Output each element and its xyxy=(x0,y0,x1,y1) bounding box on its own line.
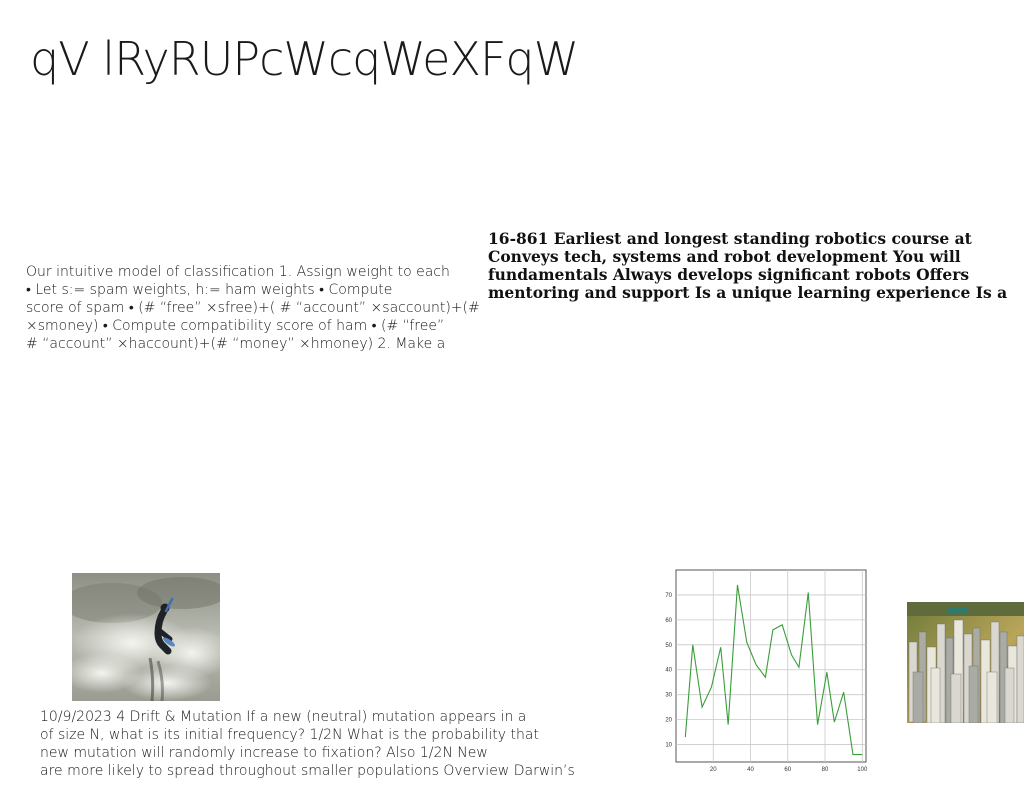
text-line: mentoring and support Is a unique learni… xyxy=(488,283,1008,302)
drift-mutation-text: 10/9/2023 4 Drift & Mutation If a new (n… xyxy=(40,708,575,780)
y-tick-label: 50 xyxy=(665,643,672,649)
y-tick-label: 10 xyxy=(665,743,672,749)
text-line: 10/9/2023 4 Drift & Mutation If a new (n… xyxy=(40,709,527,725)
text-line: score of spam • (# “free” ×sfree)+( # “a… xyxy=(26,300,480,316)
text-line: ×smoney) • Compute compatibility score o… xyxy=(26,318,445,334)
text-line: • Let s:= spam weights, h:= ham weights … xyxy=(26,282,393,298)
slide-title: qV lRyRUPcWcqWeXFqW xyxy=(30,32,579,86)
line-chart: 10 20 30 40 50 60 70 20 40 60 80 100 xyxy=(660,566,872,778)
text-line: Conveys tech, systems and robot developm… xyxy=(488,247,961,266)
building xyxy=(912,671,924,723)
y-tick-label: 20 xyxy=(665,718,672,724)
text-line: of size N, what is its initial frequency… xyxy=(40,727,539,743)
y-tick-label: 30 xyxy=(665,693,672,699)
building xyxy=(1004,667,1015,723)
robotics-course-text: 16-861 Earliest and longest standing rob… xyxy=(488,230,1007,302)
city-photo xyxy=(907,602,1024,723)
building xyxy=(986,671,998,723)
y-tick-label: 60 xyxy=(665,618,672,624)
building xyxy=(1016,635,1024,723)
text-line: Our intuitive model of classification 1.… xyxy=(26,264,450,280)
text-line: # “account” ×haccount)+(# “money” ×hmone… xyxy=(26,336,446,352)
building xyxy=(950,673,962,723)
building xyxy=(930,667,941,723)
text-line: fundamentals Always develops significant… xyxy=(488,265,970,284)
surfer-photo xyxy=(72,573,220,701)
text-line: new mutation will randomly increase to f… xyxy=(40,745,488,761)
y-tick-label: 40 xyxy=(665,668,672,674)
x-tick-label: 80 xyxy=(822,767,829,773)
text-line: 16-861 Earliest and longest standing rob… xyxy=(488,229,972,248)
line-chart-svg: 10 20 30 40 50 60 70 20 40 60 80 100 xyxy=(665,569,868,773)
classification-text: Our intuitive model of classification 1.… xyxy=(26,263,480,353)
x-tick-label: 20 xyxy=(710,767,717,773)
x-tick-label: 60 xyxy=(784,767,791,773)
x-tick-label: 100 xyxy=(857,767,868,773)
y-tick-label: 70 xyxy=(665,593,672,599)
building xyxy=(968,665,979,723)
plot-area xyxy=(675,569,867,763)
text-line: are more likely to spread throughout sma… xyxy=(40,763,575,779)
x-tick-label: 40 xyxy=(747,767,754,773)
